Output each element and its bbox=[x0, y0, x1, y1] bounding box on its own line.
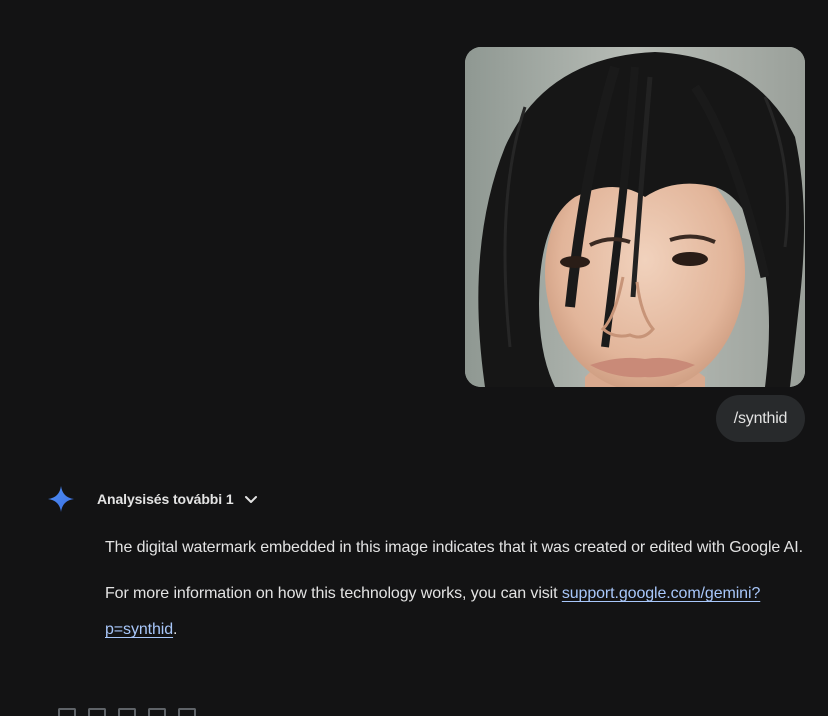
analysis-toggle-button[interactable]: Analysisés további 1 bbox=[97, 487, 259, 511]
gemini-spark-icon bbox=[48, 486, 74, 512]
share-icon[interactable] bbox=[118, 708, 136, 716]
response-paragraph: For more information on how this technol… bbox=[105, 576, 805, 648]
user-uploaded-image[interactable] bbox=[465, 47, 805, 387]
model-response-text: The digital watermark embedded in this i… bbox=[105, 530, 805, 658]
response-text: For more information on how this technol… bbox=[105, 585, 562, 602]
portrait-photo bbox=[465, 47, 805, 387]
chevron-down-icon bbox=[243, 491, 259, 507]
response-text: . bbox=[173, 621, 178, 638]
more-options-icon[interactable] bbox=[178, 708, 196, 716]
analysis-label: Analysisés további 1 bbox=[97, 491, 234, 507]
chat-page: /synthid Analysisés további 1 The digita… bbox=[0, 0, 828, 716]
thumbs-down-icon[interactable] bbox=[88, 708, 106, 716]
response-paragraph: The digital watermark embedded in this i… bbox=[105, 539, 803, 556]
user-message-bubble: /synthid bbox=[716, 395, 805, 442]
copy-icon[interactable] bbox=[148, 708, 166, 716]
thumbs-up-icon[interactable] bbox=[58, 708, 76, 716]
response-action-bar bbox=[58, 708, 196, 716]
